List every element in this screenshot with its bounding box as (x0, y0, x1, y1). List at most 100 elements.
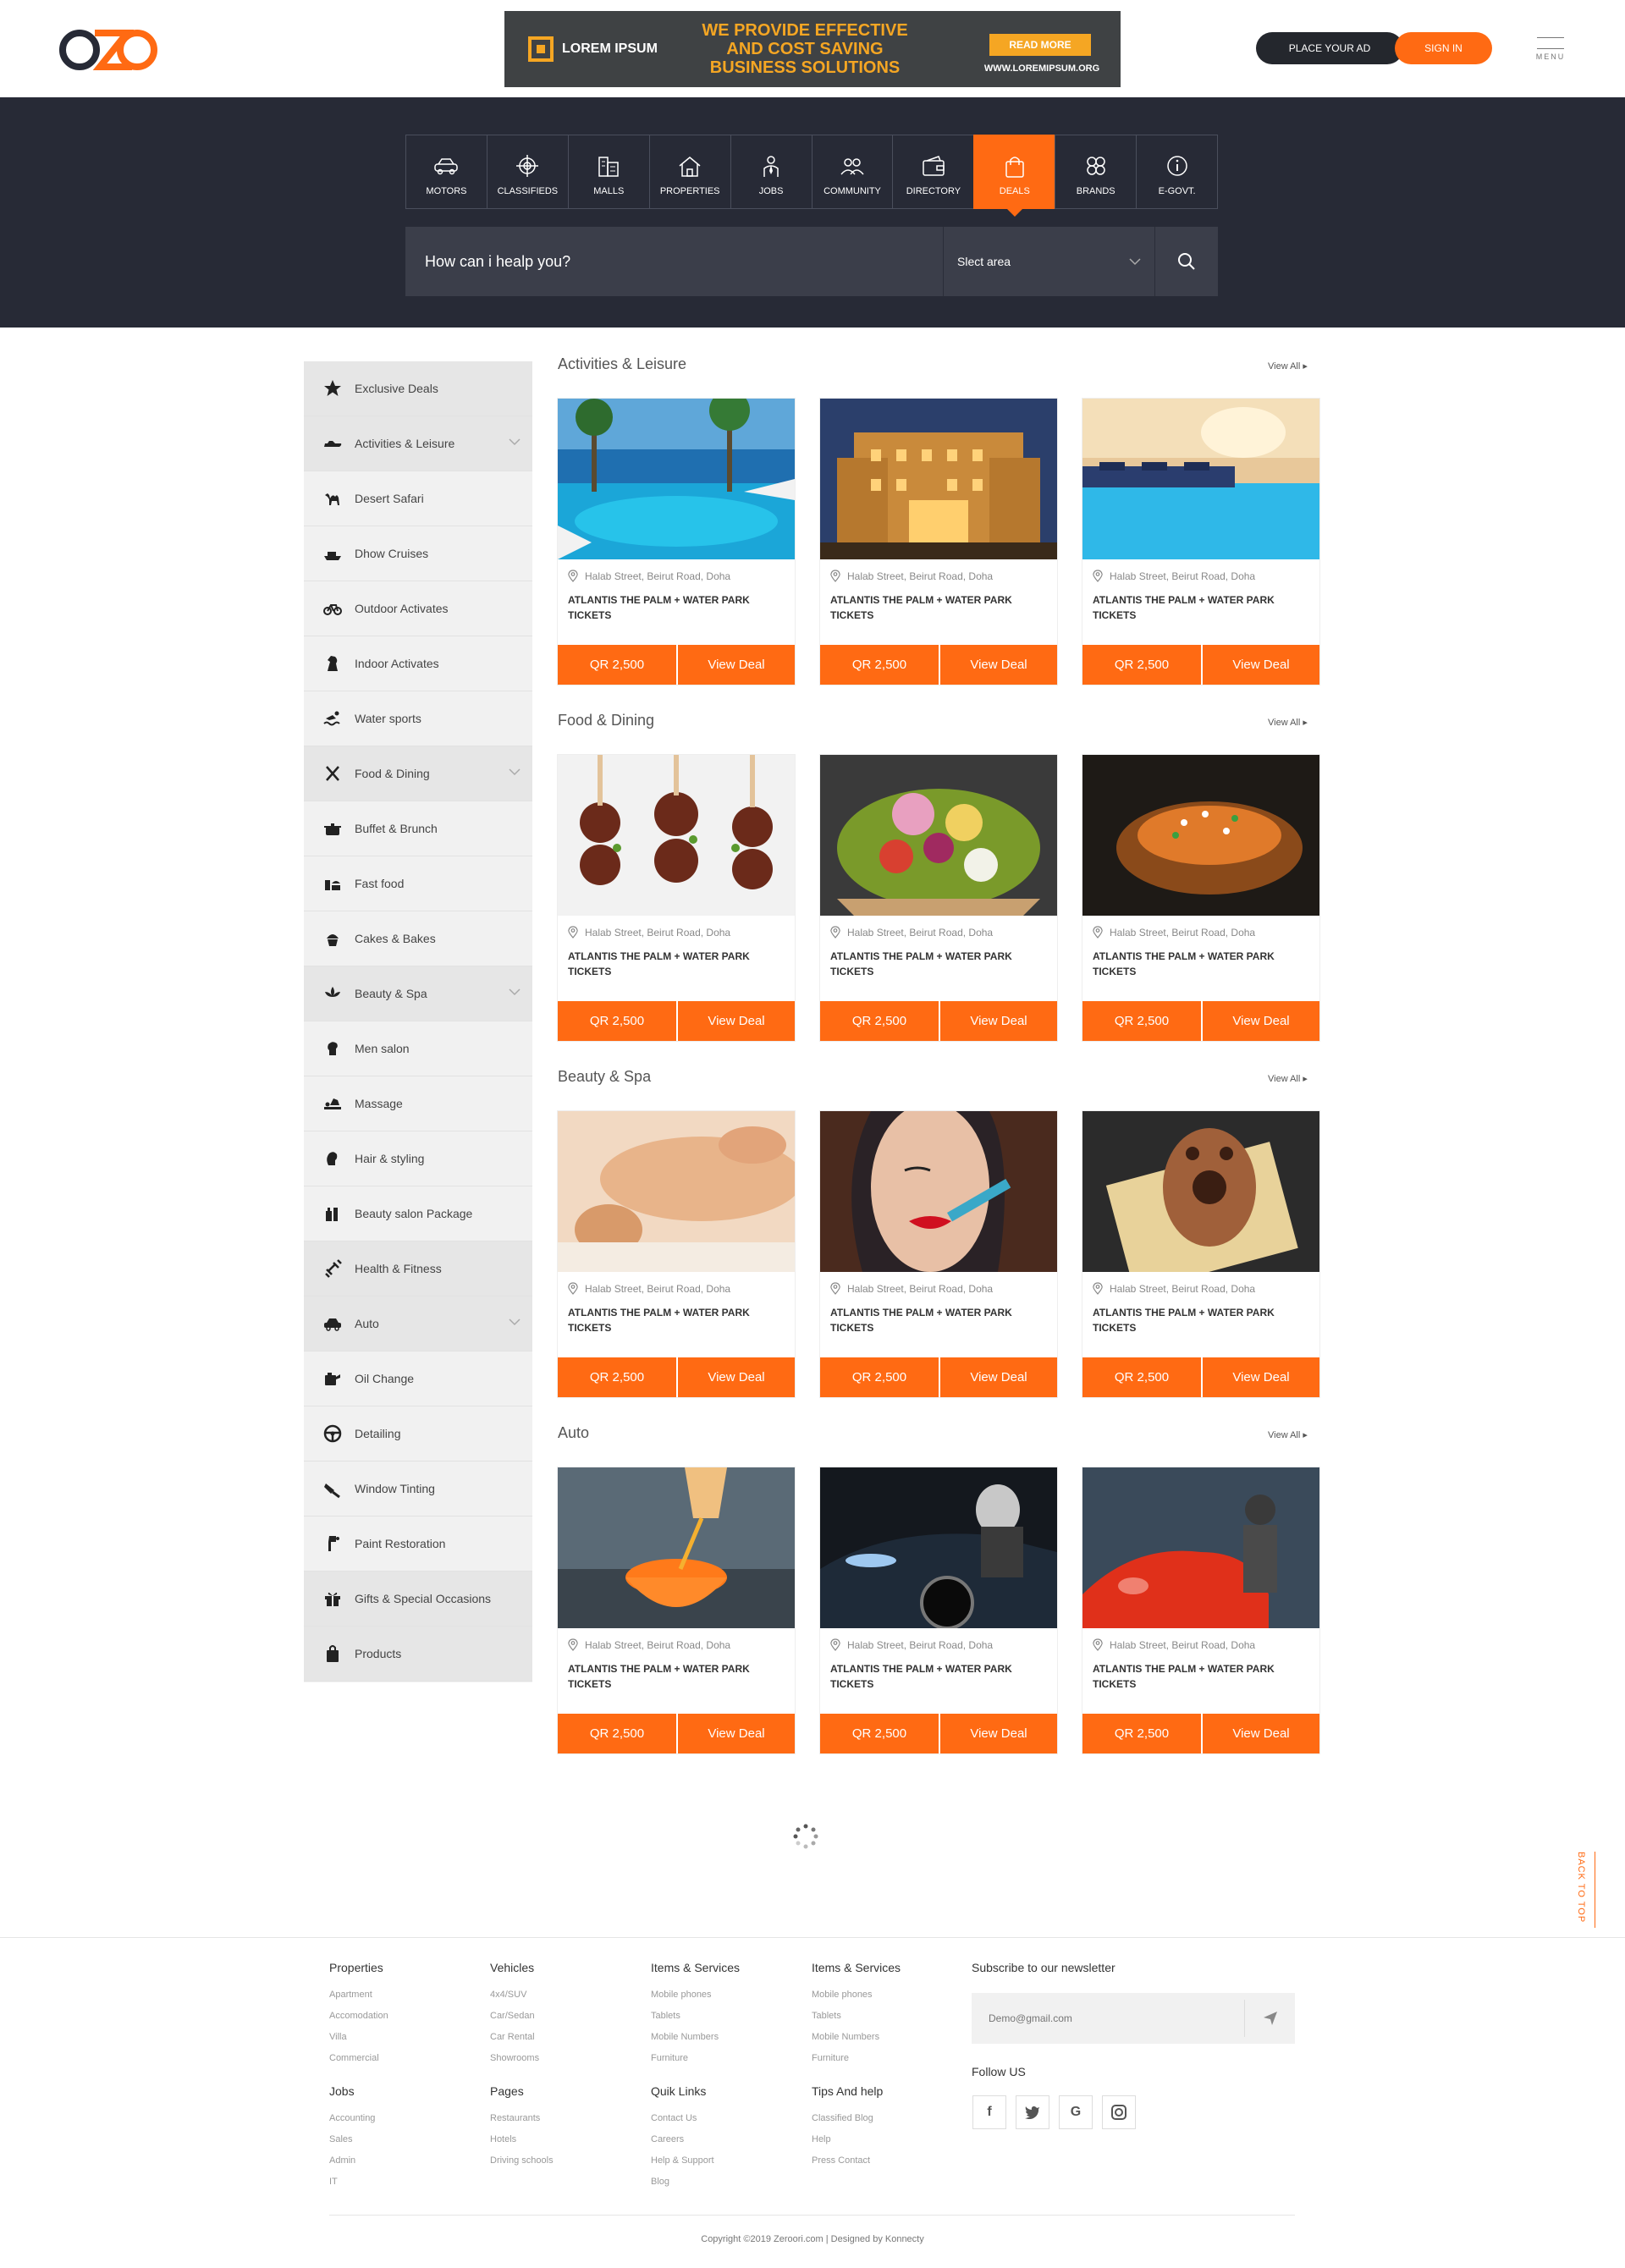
category-jobs[interactable]: JOBS (730, 135, 812, 209)
footer-link[interactable]: Press Contact (812, 2150, 883, 2172)
deal-image-oil-pour[interactable] (558, 1467, 795, 1628)
deal-image-lipstick[interactable] (820, 1111, 1057, 1272)
place-your-ad-button[interactable]: PLACE YOUR AD (1256, 32, 1403, 64)
category-egovt[interactable]: E-GOVT. (1136, 135, 1219, 209)
category-community[interactable]: COMMUNITY (811, 135, 893, 209)
sidebar-item-gifts-special-occasions[interactable]: Gifts & Special Occasions (304, 1572, 532, 1627)
sidebar-item-food-dining[interactable]: Food & Dining (304, 746, 532, 801)
deal-image-hotel-facade[interactable] (820, 399, 1057, 559)
view-deal-button[interactable]: View Deal (1203, 1357, 1319, 1397)
footer-link[interactable]: Car Rental (490, 2027, 539, 2048)
newsletter-send-button[interactable] (1244, 2000, 1295, 2037)
deal-name[interactable]: ATLANTIS THE PALM + WATER PARK TICKETS (568, 1305, 771, 1335)
deal-card[interactable]: Halab Street, Beirut Road, Doha ATLANTIS … (1082, 755, 1319, 1041)
footer-link[interactable]: Admin (329, 2150, 375, 2172)
deal-card[interactable]: Halab Street, Beirut Road, Doha ATLANTIS … (820, 1467, 1057, 1753)
view-all-link[interactable]: View All (1268, 1073, 1308, 1084)
footer-link[interactable]: IT (329, 2172, 375, 2193)
footer-link[interactable]: Mobile Numbers (812, 2027, 901, 2048)
deal-image-night-pool[interactable] (1082, 399, 1319, 559)
deal-card[interactable]: Halab Street, Beirut Road, Doha ATLANTIS … (558, 755, 795, 1041)
footer-link[interactable]: Villa (329, 2027, 388, 2048)
deal-image-stuffed-potato[interactable] (1082, 755, 1319, 916)
sidebar-item-auto[interactable]: Auto (304, 1296, 532, 1351)
menu-button[interactable]: MENU (1534, 37, 1567, 61)
deal-card[interactable]: Halab Street, Beirut Road, Doha ATLANTIS … (820, 1111, 1057, 1397)
sidebar-item-products[interactable]: Products (304, 1627, 532, 1682)
search-button[interactable] (1155, 227, 1218, 296)
google-button[interactable]: G (1059, 2095, 1093, 2129)
chevron-down-icon[interactable] (509, 1318, 521, 1326)
footer-link[interactable]: Showrooms (490, 2048, 539, 2069)
instagram-button[interactable] (1102, 2095, 1136, 2129)
footer-link[interactable]: Sales (329, 2129, 375, 2150)
sidebar-item-oil-change[interactable]: Oil Change (304, 1351, 532, 1406)
ozo-logo[interactable] (58, 28, 159, 72)
sidebar-item-desert-safari[interactable]: Desert Safari (304, 471, 532, 526)
footer-link[interactable]: Mobile phones (651, 1984, 740, 2006)
deal-name[interactable]: ATLANTIS THE PALM + WATER PARK TICKETS (568, 949, 771, 979)
sidebar-item-dhow-cruises[interactable]: Dhow Cruises (304, 526, 532, 581)
sidebar-item-buffet-brunch[interactable]: Buffet & Brunch (304, 801, 532, 856)
sidebar-item-paint-restoration[interactable]: Paint Restoration (304, 1517, 532, 1572)
view-deal-button[interactable]: View Deal (678, 1001, 795, 1041)
footer-link[interactable]: Help (812, 2129, 883, 2150)
deal-image-henna[interactable] (1082, 1111, 1319, 1272)
deal-name[interactable]: ATLANTIS THE PALM + WATER PARK TICKETS (1093, 1661, 1296, 1692)
footer-link[interactable]: Mobile phones (812, 1984, 901, 2006)
footer-link[interactable]: Tablets (651, 2006, 740, 2027)
sidebar-item-indoor-activates[interactable]: Indoor Activates (304, 636, 532, 691)
footer-link[interactable]: Restaurants (490, 2108, 554, 2129)
deal-image-meat-skewers[interactable] (558, 755, 795, 916)
footer-link[interactable]: Careers (651, 2129, 714, 2150)
view-deal-button[interactable]: View Deal (940, 1357, 1057, 1397)
footer-link[interactable]: Hotels (490, 2129, 554, 2150)
sidebar-item-window-tinting[interactable]: Window Tinting (304, 1462, 532, 1517)
deal-image-resort-pool[interactable] (558, 399, 795, 559)
footer-link[interactable]: Help & Support (651, 2150, 714, 2172)
footer-link[interactable]: Classified Blog (812, 2108, 883, 2129)
view-all-link[interactable]: View All (1268, 1429, 1308, 1440)
deal-card[interactable]: Halab Street, Beirut Road, Doha ATLANTIS … (558, 1467, 795, 1753)
area-select[interactable]: Slect area (943, 227, 1155, 296)
category-classifieds[interactable]: CLASSIFIEDS (486, 135, 568, 209)
deal-name[interactable]: ATLANTIS THE PALM + WATER PARK TICKETS (830, 1661, 1033, 1692)
sidebar-item-health-fitness[interactable]: Health & Fitness (304, 1241, 532, 1296)
view-deal-button[interactable]: View Deal (678, 1357, 795, 1397)
deal-card[interactable]: Halab Street, Beirut Road, Doha ATLANTIS … (1082, 1111, 1319, 1397)
category-malls[interactable]: MALLS (567, 135, 649, 209)
deal-card[interactable]: Halab Street, Beirut Road, Doha ATLANTIS … (820, 755, 1057, 1041)
deal-name[interactable]: ATLANTIS THE PALM + WATER PARK TICKETS (1093, 949, 1296, 979)
deal-image-car-polish[interactable] (820, 1467, 1057, 1628)
ad-read-more-button[interactable]: READ MORE (989, 34, 1091, 56)
banner-ad[interactable]: LOREM IPSUM WE PROVIDE EFFECTIVE AND COS… (504, 11, 1121, 87)
deal-name[interactable]: ATLANTIS THE PALM + WATER PARK TICKETS (1093, 1305, 1296, 1335)
footer-link[interactable]: Tablets (812, 2006, 901, 2027)
footer-link[interactable]: 4x4/SUV (490, 1984, 539, 2006)
sidebar-item-beauty-salon-package[interactable]: Beauty salon Package (304, 1186, 532, 1241)
twitter-button[interactable] (1016, 2095, 1049, 2129)
view-deal-button[interactable]: View Deal (940, 1714, 1057, 1753)
search-input[interactable] (405, 227, 943, 296)
footer-link[interactable]: Contact Us (651, 2108, 714, 2129)
sidebar-item-massage[interactable]: Massage (304, 1076, 532, 1131)
view-deal-button[interactable]: View Deal (1203, 1714, 1319, 1753)
category-brands[interactable]: BRANDS (1055, 135, 1137, 209)
category-properties[interactable]: PROPERTIES (648, 135, 730, 209)
view-deal-button[interactable]: View Deal (940, 1001, 1057, 1041)
deal-name[interactable]: ATLANTIS THE PALM + WATER PARK TICKETS (830, 949, 1033, 979)
view-deal-button[interactable]: View Deal (1203, 645, 1319, 685)
chevron-down-icon[interactable] (509, 438, 521, 446)
view-deal-button[interactable]: View Deal (1203, 1001, 1319, 1041)
footer-link[interactable]: Driving schools (490, 2150, 554, 2172)
footer-link[interactable]: Furniture (812, 2048, 901, 2069)
deal-card[interactable]: Halab Street, Beirut Road, Doha ATLANTIS … (558, 1111, 795, 1397)
sidebar-item-men-salon[interactable]: Men salon (304, 1021, 532, 1076)
deal-name[interactable]: ATLANTIS THE PALM + WATER PARK TICKETS (830, 1305, 1033, 1335)
deal-name[interactable]: ATLANTIS THE PALM + WATER PARK TICKETS (568, 592, 771, 623)
category-deals[interactable]: DEALS (973, 135, 1055, 217)
footer-link[interactable]: Mobile Numbers (651, 2027, 740, 2048)
sidebar-item-exclusive-deals[interactable]: Exclusive Deals (304, 361, 532, 416)
newsletter-email-input[interactable] (972, 2012, 1244, 2024)
view-deal-button[interactable]: View Deal (678, 1714, 795, 1753)
